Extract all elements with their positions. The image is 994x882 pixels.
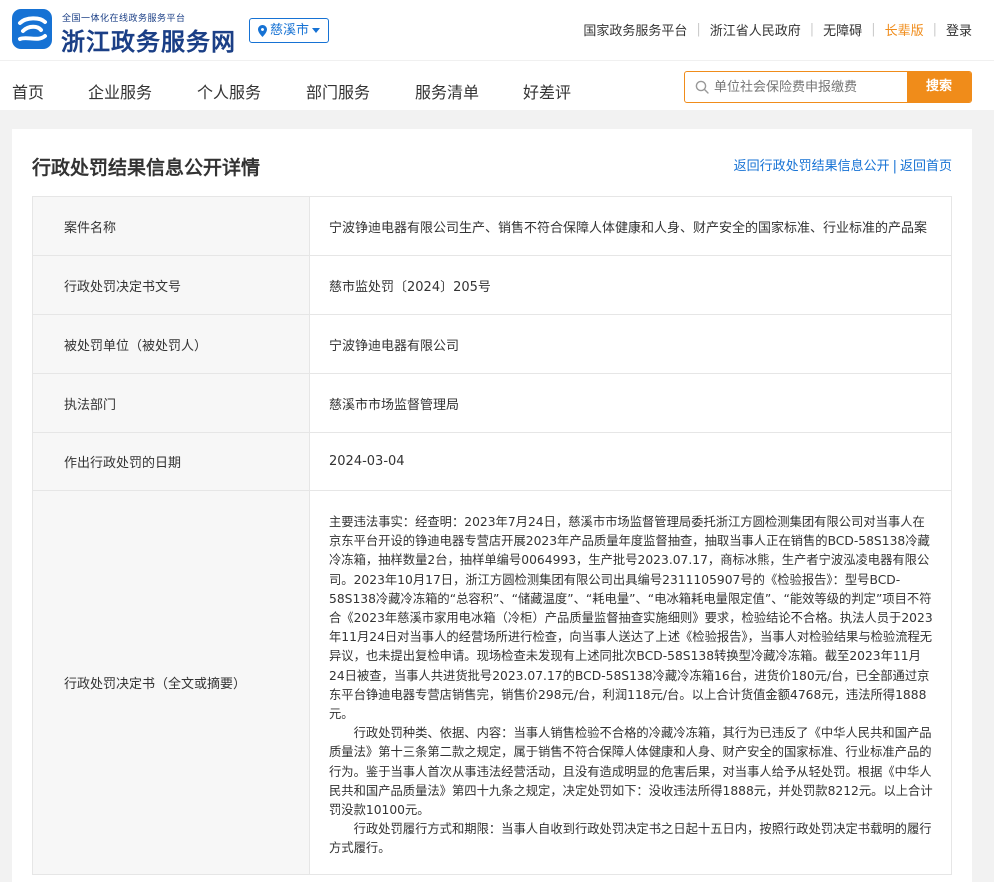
field-label: 行政处罚决定书（全文或摘要） [32,490,310,875]
divider: | [696,22,701,37]
nav-evaluation[interactable]: 好差评 [523,79,571,103]
link-zhejiang-government[interactable]: 浙江省人民政府 [710,20,801,39]
zhejiang-logo-icon[interactable] [12,9,52,49]
nav-home[interactable]: 首页 [12,79,44,103]
field-label: 案件名称 [32,196,310,256]
back-links: 返回行政处罚结果信息公开 | 返回首页 [734,155,952,174]
table-row: 执法部门 慈溪市市场监督管理局 [32,373,952,433]
table-row: 行政处罚决定书（全文或摘要） 主要违法事实：经查明：2023年7月24日，慈溪市… [32,490,952,875]
field-value: 2024-03-04 [309,432,952,491]
city-selector[interactable]: 慈溪市 [249,18,330,43]
field-label: 作出行政处罚的日期 [32,432,310,491]
search-button[interactable]: 搜索 [907,72,971,102]
table-row: 行政处罚决定书文号 慈市监处罚〔2024〕205号 [32,255,952,315]
search-icon [695,80,709,94]
top-links: 国家政务服务平台 | 浙江省人民政府 | 无障碍 | 长辈版 | 登录 [583,20,972,39]
field-label: 被处罚单位（被处罚人） [32,314,310,374]
divider: | [871,22,876,37]
nav-enterprise-services[interactable]: 企业服务 [88,79,152,103]
decision-paragraph-penalty: 行政处罚种类、依据、内容：当事人销售检验不合格的冷藏冷冻箱，其行为已违反了《中华… [329,726,933,818]
link-accessibility[interactable]: 无障碍 [823,20,862,39]
page-title: 行政处罚结果信息公开详情 [32,157,261,179]
table-row: 案件名称 宁波铮迪电器有限公司生产、销售不符合保障人体健康和人身、财产安全的国家… [32,196,952,256]
location-pin-icon [258,24,267,37]
top-header: 全国一体化在线政务服务平台 浙江政务服务网 慈溪市 国家政务服务平台 | 浙江省… [0,0,994,60]
divider: | [809,22,815,37]
decision-paragraph-fulfilment: 行政处罚履行方式和期限：当事人自收到行政处罚决定书之日起十五日内，按照行政处罚决… [329,822,932,856]
search-input[interactable] [714,72,906,102]
detail-table: 案件名称 宁波铮迪电器有限公司生产、销售不符合保障人体健康和人身、财产安全的国家… [32,196,952,875]
nav-personal-services[interactable]: 个人服务 [197,79,261,103]
detail-card: 行政处罚结果信息公开详情 返回行政处罚结果信息公开 | 返回首页 案件名称 宁波铮迪… [12,129,972,882]
decision-text: 主要违法事实：经查明：2023年7月24日，慈溪市市场监督管理局委托浙江方圆检测… [309,490,952,875]
table-row: 被处罚单位（被处罚人） 宁波铮迪电器有限公司 [32,314,952,374]
field-value: 慈溪市市场监督管理局 [309,373,952,433]
link-login[interactable]: 登录 [946,20,972,39]
back-to-list-link[interactable]: 返回行政处罚结果信息公开 [734,159,890,174]
link-national-platform[interactable]: 国家政务服务平台 [583,20,687,39]
chevron-down-icon [312,27,321,33]
field-value: 宁波铮迪电器有限公司 [309,314,952,374]
divider: | [892,159,897,174]
search-box: 搜索 [684,71,972,103]
city-label: 慈溪市 [270,23,310,38]
field-label: 行政处罚决定书文号 [32,255,310,315]
nav-service-list[interactable]: 服务清单 [415,79,479,103]
field-value: 慈市监处罚〔2024〕205号 [309,255,952,315]
site-name[interactable]: 浙江政务服务网 [61,22,236,57]
table-row: 作出行政处罚的日期 2024-03-04 [32,432,952,491]
divider: | [932,22,937,37]
field-label: 执法部门 [32,373,310,433]
field-value: 宁波铮迪电器有限公司生产、销售不符合保障人体健康和人身、财产安全的国家标准、行业… [309,196,952,256]
decision-paragraph-facts: 主要违法事实：经查明：2023年7月24日，慈溪市市场监督管理局委托浙江方圆检测… [329,515,933,722]
link-elder-version[interactable]: 长辈版 [885,20,924,39]
nav-department-services[interactable]: 部门服务 [306,79,370,103]
back-to-home-link[interactable]: 返回首页 [900,159,952,174]
